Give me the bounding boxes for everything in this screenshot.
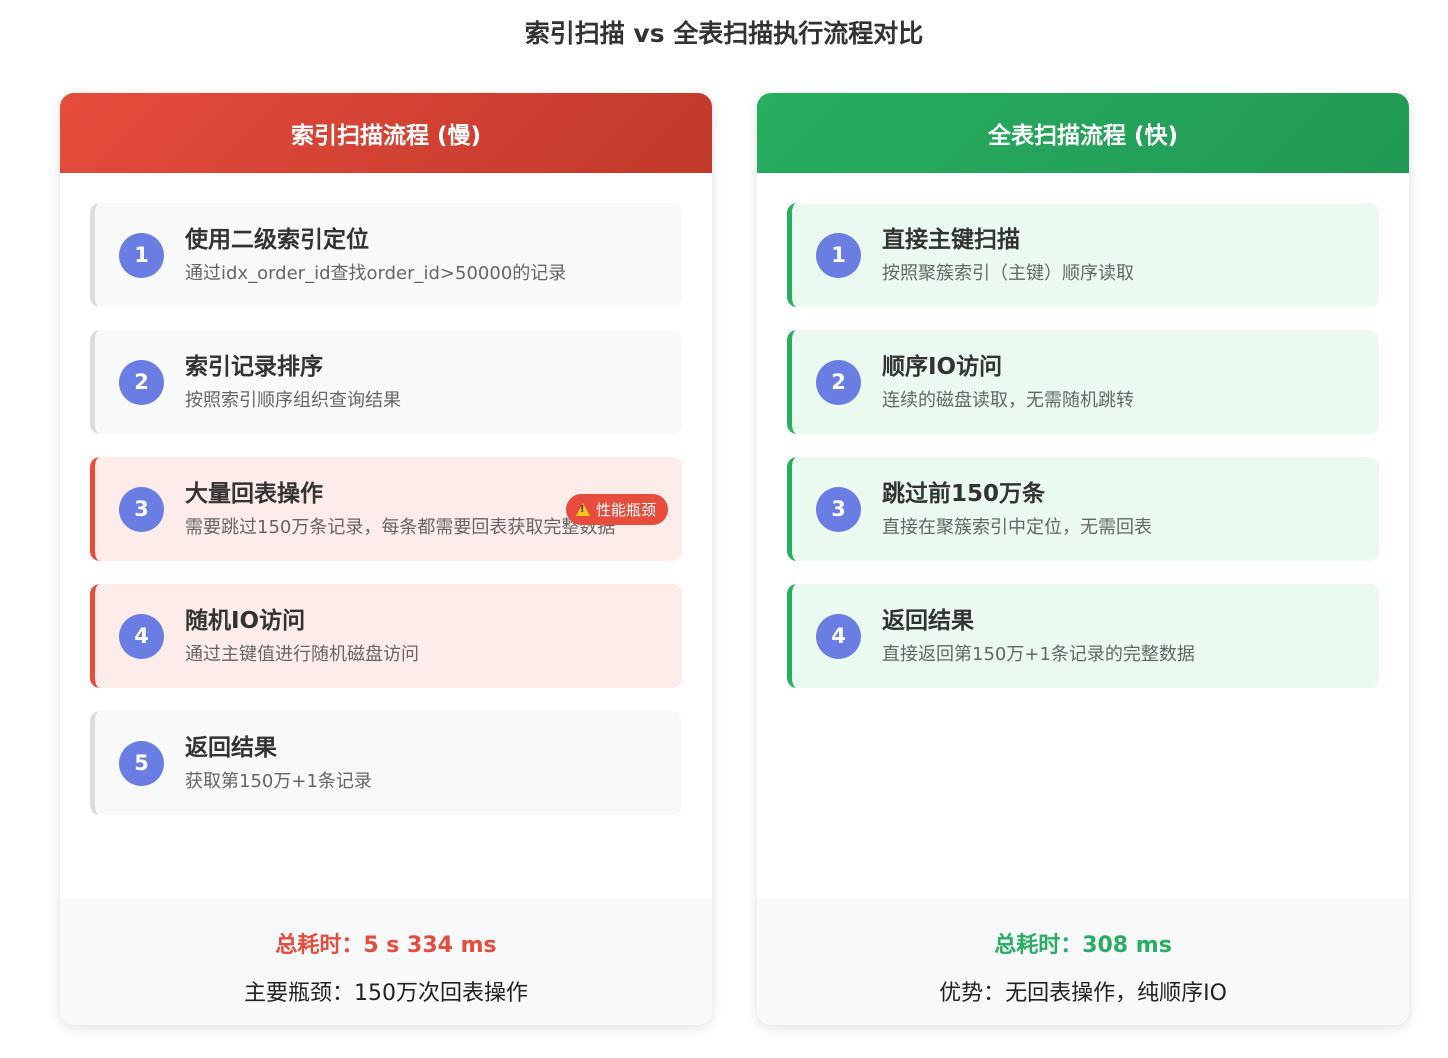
step-number: 3 [119, 486, 164, 532]
index-step-2: 2 索引记录排序 按照索引顺序组织查询结果 [90, 330, 682, 434]
step-desc: 通过idx_order_id查找order_id>50000的记录 [185, 263, 567, 284]
index-step-1: 1 使用二级索引定位 通过idx_order_id查找order_id>5000… [90, 203, 682, 307]
step-title: 使用二级索引定位 [185, 227, 369, 253]
full-scan-steps: 1 直接主键扫描 按照聚簇索引（主键）顺序读取 2 顺序IO访问 连续的磁盘读取… [787, 203, 1379, 711]
full-scan-footer: 总耗时：308 ms 优势：无回表操作，纯顺序IO [757, 898, 1409, 1025]
full-step-1: 1 直接主键扫描 按照聚簇索引（主键）顺序读取 [787, 203, 1379, 307]
step-desc: 直接返回第150万+1条记录的完整数据 [882, 644, 1195, 665]
step-desc: 需要跳过150万条记录，每条都需要回表获取完整数据 [185, 517, 616, 538]
total-time: 总耗时：308 ms [994, 933, 1172, 958]
step-title: 索引记录排序 [185, 354, 323, 380]
warning-icon [575, 503, 590, 516]
footer-note: 优势：无回表操作，纯顺序IO [939, 981, 1227, 1006]
bottleneck-badge: 性能瓶颈 [565, 494, 668, 525]
step-desc: 按照聚簇索引（主键）顺序读取 [882, 263, 1134, 284]
step-title: 顺序IO访问 [882, 354, 1003, 380]
index-step-5: 5 返回结果 获取第150万+1条记录 [90, 711, 682, 815]
step-number: 4 [119, 613, 164, 659]
step-desc: 连续的磁盘读取，无需随机跳转 [882, 390, 1134, 411]
step-desc: 通过主键值进行随机磁盘访问 [185, 644, 419, 665]
step-title: 大量回表操作 [185, 481, 323, 507]
step-number: 2 [119, 359, 164, 405]
page-title: 索引扫描 vs 全表扫描执行流程对比 [524, 19, 924, 48]
index-scan-footer: 总耗时：5 s 334 ms 主要瓶颈：150万次回表操作 [60, 898, 712, 1025]
step-number: 1 [119, 232, 164, 278]
step-desc: 直接在聚簇索引中定位，无需回表 [882, 517, 1152, 538]
index-scan-steps: 1 使用二级索引定位 通过idx_order_id查找order_id>5000… [90, 203, 682, 838]
index-step-4: 4 随机IO访问 通过主键值进行随机磁盘访问 [90, 584, 682, 688]
full-step-3: 3 跳过前150万条 直接在聚簇索引中定位，无需回表 [787, 457, 1379, 561]
step-number: 5 [119, 740, 164, 786]
step-title: 返回结果 [185, 735, 277, 761]
step-title: 跳过前150万条 [882, 481, 1046, 507]
step-number: 2 [816, 359, 861, 405]
full-step-2: 2 顺序IO访问 连续的磁盘读取，无需随机跳转 [787, 330, 1379, 434]
step-desc: 获取第150万+1条记录 [185, 771, 372, 792]
step-title: 返回结果 [882, 608, 974, 634]
index-step-3: 3 大量回表操作 需要跳过150万条记录，每条都需要回表获取完整数据 性能瓶颈 [90, 457, 682, 561]
full-scan-header: 全表扫描流程 (快) [757, 93, 1409, 173]
full-step-4: 4 返回结果 直接返回第150万+1条记录的完整数据 [787, 584, 1379, 688]
index-scan-panel: 索引扫描流程 (慢) 1 使用二级索引定位 通过idx_order_id查找or… [60, 93, 712, 1025]
step-title: 直接主键扫描 [882, 227, 1020, 253]
badge-label: 性能瓶颈 [595, 501, 656, 519]
index-scan-header: 索引扫描流程 (慢) [60, 93, 712, 173]
step-desc: 按照索引顺序组织查询结果 [185, 390, 401, 411]
step-number: 1 [816, 232, 861, 278]
step-number: 4 [816, 613, 861, 659]
step-title: 随机IO访问 [185, 608, 306, 634]
step-number: 3 [816, 486, 861, 532]
footer-note: 主要瓶颈：150万次回表操作 [244, 981, 528, 1006]
total-time: 总耗时：5 s 334 ms [275, 933, 497, 958]
full-scan-panel: 全表扫描流程 (快) 1 直接主键扫描 按照聚簇索引（主键）顺序读取 2 顺序I… [757, 93, 1409, 1025]
